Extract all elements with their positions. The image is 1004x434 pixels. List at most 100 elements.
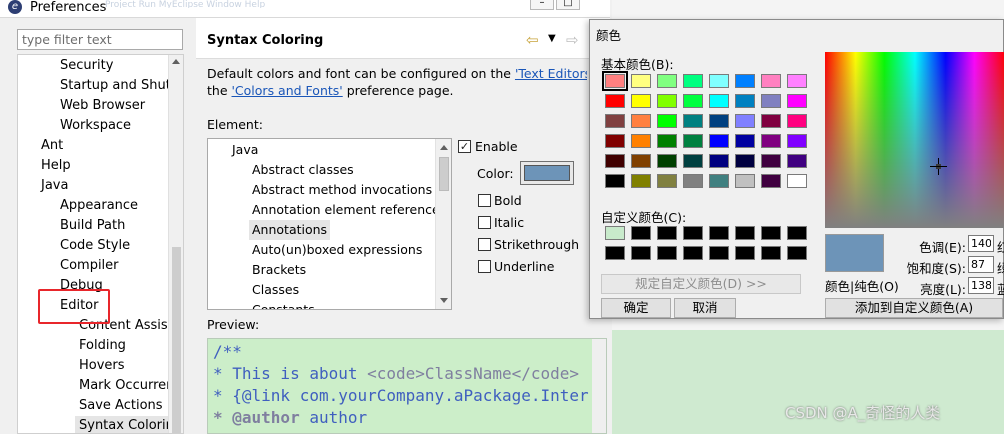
basic-color-swatch[interactable] [709,154,729,168]
enable-checkbox[interactable]: ✓ [458,140,471,153]
basic-color-swatch[interactable] [657,114,677,128]
basic-color-swatch[interactable] [631,114,651,128]
tree-item[interactable]: Build Path [60,216,125,236]
custom-color-swatch[interactable] [605,226,625,240]
color-picker-button[interactable] [520,161,574,185]
basic-color-swatch[interactable] [787,114,807,128]
tree-item[interactable]: Java [41,176,68,196]
custom-color-swatch[interactable] [735,226,755,240]
custom-color-swatch[interactable] [787,226,807,240]
element-item[interactable]: Brackets [252,260,306,280]
custom-color-swatch[interactable] [735,246,755,260]
scroll-up-icon[interactable] [172,59,180,64]
scroll-down-icon[interactable] [440,298,448,303]
custom-color-swatch[interactable] [631,246,651,260]
element-item[interactable]: Annotation element references [252,200,446,220]
basic-color-swatch[interactable] [683,74,703,88]
italic-checkbox[interactable] [478,216,491,229]
custom-color-swatch[interactable] [761,226,781,240]
basic-color-swatch[interactable] [735,134,755,148]
basic-color-swatch[interactable] [761,74,781,88]
basic-color-swatch[interactable] [631,154,651,168]
custom-color-swatch[interactable] [709,226,729,240]
basic-color-swatch[interactable] [709,174,729,188]
basic-color-swatch[interactable] [605,134,625,148]
cancel-button[interactable]: 取消 [674,298,736,318]
custom-color-swatch[interactable] [605,246,625,260]
filter-input[interactable] [17,29,183,50]
basic-color-swatch[interactable] [683,114,703,128]
basic-color-swatch[interactable] [602,71,628,91]
basic-color-swatch[interactable] [787,134,807,148]
maximize-button[interactable]: □ [556,0,580,10]
basic-color-swatch[interactable] [761,134,781,148]
preferences-tree[interactable]: Security Startup and Shutd Web Browser Work… [17,54,184,434]
element-list[interactable]: Java Abstract classes Abstract method invo… [207,138,452,310]
element-item[interactable]: Constants [252,300,315,309]
basic-color-swatch[interactable] [605,154,625,168]
basic-color-swatch[interactable] [631,94,651,108]
basic-color-swatch[interactable] [605,174,625,188]
basic-color-swatch[interactable] [683,174,703,188]
element-item[interactable]: Classes [252,280,299,300]
bold-checkbox[interactable] [478,194,491,207]
basic-color-swatch[interactable] [631,134,651,148]
basic-color-swatch[interactable] [605,94,625,108]
preview-scrollbar[interactable] [592,339,606,433]
minimize-button[interactable]: – [530,0,554,10]
ok-button[interactable]: 确定 [601,298,671,318]
element-item[interactable]: Auto(un)boxed expressions [252,240,422,260]
text-editors-link[interactable]: 'Text Editors' [515,66,587,81]
tree-item[interactable]: Security [60,56,113,76]
basic-color-swatch[interactable] [631,174,651,188]
element-item[interactable]: Abstract method invocations [252,180,432,200]
luminance-input[interactable] [968,277,994,294]
basic-color-swatch[interactable] [735,74,755,88]
tree-item[interactable]: Startup and Shutd [60,76,179,96]
custom-color-swatch[interactable] [683,226,703,240]
basic-color-swatch[interactable] [761,94,781,108]
tree-item[interactable]: Save Actions [79,396,163,416]
custom-color-swatch[interactable] [631,226,651,240]
basic-color-swatch[interactable] [735,174,755,188]
basic-color-swatch[interactable] [709,114,729,128]
custom-color-swatch[interactable] [683,246,703,260]
basic-color-swatch[interactable] [683,94,703,108]
crosshair-icon[interactable] [930,158,947,175]
tree-item[interactable]: Code Style [60,236,130,256]
element-scroll-thumb[interactable] [439,157,449,191]
add-to-custom-colors-button[interactable]: 添加到自定义颜色(A) [825,298,1003,318]
strikethrough-checkbox[interactable] [478,238,491,251]
custom-color-swatch[interactable] [657,246,677,260]
tree-item[interactable]: Workspace [60,116,131,136]
scroll-up-icon[interactable] [440,145,448,150]
tree-item[interactable]: Compiler [60,256,119,276]
tree-scrollbar[interactable] [168,55,183,433]
custom-color-swatch[interactable] [709,246,729,260]
back-arrow-icon[interactable]: ⇦ [526,31,539,49]
basic-color-swatch[interactable] [787,154,807,168]
element-item[interactable]: Java [232,140,258,160]
basic-color-swatch[interactable] [657,154,677,168]
element-item[interactable]: Annotations [249,220,331,240]
tree-item[interactable]: Mark Occurren [79,376,174,396]
basic-color-swatch[interactable] [605,114,625,128]
tree-item[interactable]: Help [41,156,71,176]
basic-color-swatch[interactable] [683,134,703,148]
basic-color-swatch[interactable] [709,94,729,108]
tree-item[interactable]: Web Browser [60,96,145,116]
underline-checkbox[interactable] [478,260,491,273]
custom-color-swatch[interactable] [761,246,781,260]
tree-item[interactable]: Ant [41,136,63,156]
basic-color-swatch[interactable] [709,134,729,148]
basic-color-swatch[interactable] [735,94,755,108]
basic-color-swatch[interactable] [735,114,755,128]
forward-arrow-icon[interactable]: ⇨ [566,31,579,49]
tree-scroll-thumb[interactable] [172,247,181,433]
hue-input[interactable] [968,235,994,252]
basic-color-swatch[interactable] [631,74,651,88]
chevron-down-icon[interactable]: ▼ [548,33,556,44]
basic-color-swatch[interactable] [761,114,781,128]
basic-color-swatch[interactable] [787,74,807,88]
tree-item[interactable]: Hovers [79,356,125,376]
